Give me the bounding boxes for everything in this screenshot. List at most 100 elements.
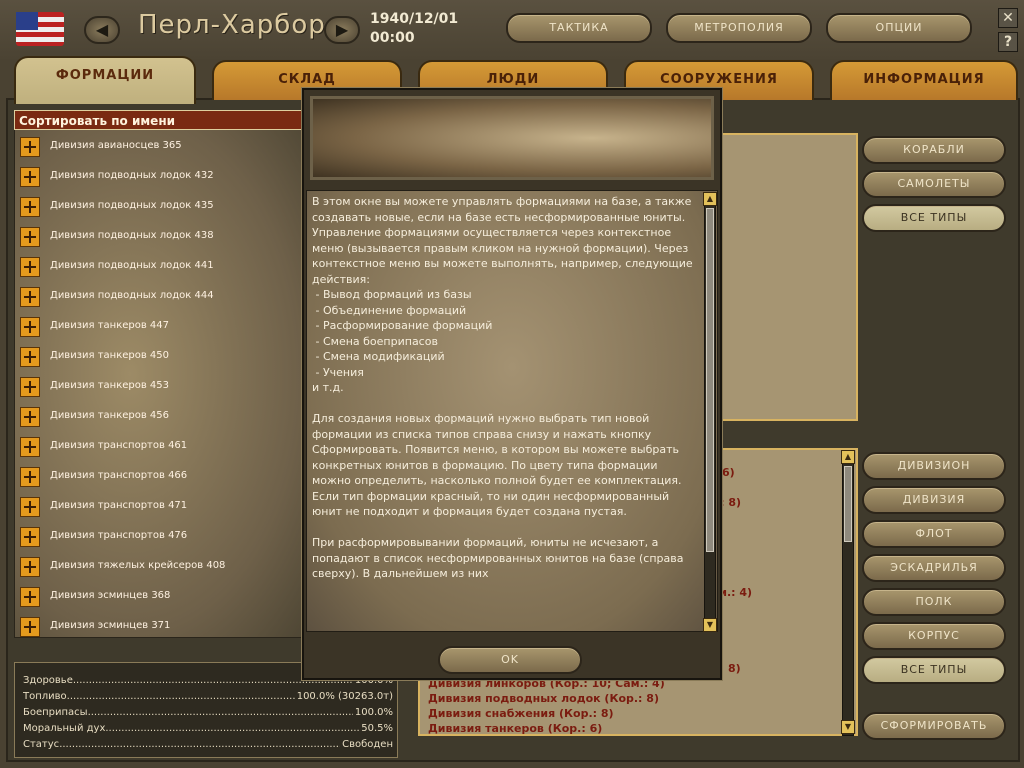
type-list-item[interactable]: Дивизия подводных лодок (Кор.: 8) [428, 692, 659, 705]
stat-row: Статус..................................… [23, 737, 393, 752]
type-fleet-button[interactable]: ФЛОТ [862, 520, 1006, 548]
close-icon[interactable]: ✕ [998, 8, 1018, 28]
stat-value: 100.0% [352, 705, 393, 720]
formation-list-item[interactable]: Дивизия подводных лодок 441 [16, 254, 302, 278]
type-list-fragment: 6) [722, 466, 735, 479]
formation-list-item[interactable]: Дивизия эсминцев 371 [16, 614, 302, 638]
formation-list-item[interactable]: Дивизия танкеров 456 [16, 404, 302, 428]
stat-leader-dots: ........................................… [105, 723, 393, 734]
formation-list-item[interactable]: Дивизия танкеров 450 [16, 344, 302, 368]
expand-plus-icon[interactable] [20, 167, 40, 187]
formation-list-item[interactable]: Дивизия танкеров 447 [16, 314, 302, 338]
stat-value: Свободен [340, 737, 393, 752]
base-title: Перл-Харбор [138, 10, 326, 40]
formation-name: Дивизия подводных лодок 432 [50, 170, 214, 181]
formation-name: Дивизия транспортов 466 [50, 470, 188, 481]
type-list-fragment: 8) [728, 662, 741, 675]
formation-list-item[interactable]: Дивизия подводных лодок 444 [16, 284, 302, 308]
stat-label: Боеприпасы [23, 707, 88, 718]
type-division-button[interactable]: ДИВИЗИЯ [862, 486, 1006, 514]
scroll-up-icon[interactable]: ▲ [703, 192, 717, 206]
expand-plus-icon[interactable] [20, 287, 40, 307]
expand-plus-icon[interactable] [20, 497, 40, 517]
expand-plus-icon[interactable] [20, 197, 40, 217]
ok-button[interactable]: OK [438, 646, 582, 674]
scroll-up-icon[interactable]: ▲ [841, 450, 855, 464]
expand-plus-icon[interactable] [20, 317, 40, 337]
formation-list-item[interactable]: Дивизия авианосцев 365 [16, 134, 302, 158]
formation-name: Дивизия транспортов 461 [50, 440, 188, 451]
stat-label: Здоровье [23, 675, 73, 686]
filter-ships-button[interactable]: КОРАБЛИ [862, 136, 1006, 164]
formation-list-item[interactable]: Дивизия транспортов 466 [16, 464, 302, 488]
formation-name: Дивизия подводных лодок 435 [50, 200, 214, 211]
formation-list-item[interactable]: Дивизия транспортов 471 [16, 494, 302, 518]
formation-list-item[interactable]: Дивизия подводных лодок 438 [16, 224, 302, 248]
metropolis-button[interactable]: МЕТРОПОЛИЯ [666, 13, 812, 43]
stat-row: Боеприпасы..............................… [23, 705, 393, 720]
stat-value: 50.5% [359, 721, 393, 736]
expand-plus-icon[interactable] [20, 437, 40, 457]
help-text: В этом окне вы можете управлять формация… [312, 195, 693, 580]
formation-list-item[interactable]: Дивизия подводных лодок 435 [16, 194, 302, 218]
formation-name: Дивизия танкеров 456 [50, 410, 170, 421]
expand-plus-icon[interactable] [20, 557, 40, 577]
type-all-button[interactable]: ВСЕ ТИПЫ [862, 656, 1006, 684]
game-date: 1940/12/01 [370, 11, 459, 27]
formation-name: Дивизия танкеров 453 [50, 380, 170, 391]
stat-row: Топливо.................................… [23, 689, 393, 704]
scroll-down-icon[interactable]: ▼ [841, 720, 855, 734]
help-icon[interactable]: ? [998, 32, 1018, 52]
expand-plus-icon[interactable] [20, 137, 40, 157]
formation-name: Дивизия подводных лодок 441 [50, 260, 214, 271]
formation-list-item[interactable]: Дивизия транспортов 461 [16, 434, 302, 458]
type-division-small-button[interactable]: ДИВИЗИОН [862, 452, 1006, 480]
type-list-item[interactable]: Дивизия танкеров (Кор.: 6) [428, 722, 602, 735]
formation-list-item[interactable]: Дивизия эсминцев 368 [16, 584, 302, 608]
stat-label: Моральный дух [23, 723, 106, 734]
tactics-button[interactable]: ТАКТИКА [506, 13, 652, 43]
formation-name: Дивизия подводных лодок 444 [50, 290, 214, 301]
expand-plus-icon[interactable] [20, 467, 40, 487]
formation-name: Дивизия тяжелых крейсеров 408 [50, 560, 226, 571]
stat-value: 100.0% (30263.0т) [294, 689, 393, 704]
scroll-down-icon[interactable]: ▼ [703, 618, 717, 632]
formation-name: Дивизия танкеров 450 [50, 350, 170, 361]
formation-list-item[interactable]: Дивизия тяжелых крейсеров 408 [16, 554, 302, 578]
options-button[interactable]: ОПЦИИ [826, 13, 972, 43]
formation-list-item[interactable]: Дивизия танкеров 453 [16, 374, 302, 398]
expand-plus-icon[interactable] [20, 407, 40, 427]
type-squadron-button[interactable]: ЭСКАДРИЛЬЯ [862, 554, 1006, 582]
formation-name: Дивизия танкеров 447 [50, 320, 170, 331]
tab-information[interactable]: ИНФОРМАЦИЯ [830, 60, 1018, 100]
formation-name: Дивизия транспортов 476 [50, 530, 188, 541]
expand-plus-icon[interactable] [20, 527, 40, 547]
type-list-item[interactable]: Дивизия снабжения (Кор.: 8) [428, 707, 614, 720]
formation-name: Дивизия транспортов 471 [50, 500, 188, 511]
stat-row: Моральный дух...........................… [23, 721, 393, 736]
sort-by-name-header[interactable]: Сортировать по имени [14, 110, 304, 130]
game-datetime: 1940/12/01 00:00 [370, 10, 458, 48]
expand-plus-icon[interactable] [20, 617, 40, 637]
prev-base-button[interactable]: ◀ [84, 16, 120, 44]
formation-list-item[interactable]: Дивизия подводных лодок 432 [16, 164, 302, 188]
types-scroll-thumb[interactable] [844, 466, 852, 542]
next-base-button[interactable]: ▶ [324, 16, 360, 44]
tab-formations[interactable]: ФОРМАЦИИ [14, 56, 196, 104]
form-button[interactable]: СФОРМИРОВАТЬ [862, 712, 1006, 740]
formation-list-item[interactable]: Дивизия транспортов 476 [16, 524, 302, 548]
filter-all-types-button[interactable]: ВСЕ ТИПЫ [862, 204, 1006, 232]
formation-name: Дивизия подводных лодок 438 [50, 230, 214, 241]
us-flag-icon [16, 12, 64, 46]
formation-name: Дивизия авианосцев 365 [50, 140, 182, 151]
expand-plus-icon[interactable] [20, 347, 40, 367]
stat-label: Топливо [23, 691, 67, 702]
expand-plus-icon[interactable] [20, 587, 40, 607]
expand-plus-icon[interactable] [20, 377, 40, 397]
expand-plus-icon[interactable] [20, 227, 40, 247]
filter-planes-button[interactable]: САМОЛЕТЫ [862, 170, 1006, 198]
expand-plus-icon[interactable] [20, 257, 40, 277]
type-regiment-button[interactable]: ПОЛК [862, 588, 1006, 616]
help-scroll-thumb[interactable] [706, 208, 714, 552]
type-corps-button[interactable]: КОРПУС [862, 622, 1006, 650]
